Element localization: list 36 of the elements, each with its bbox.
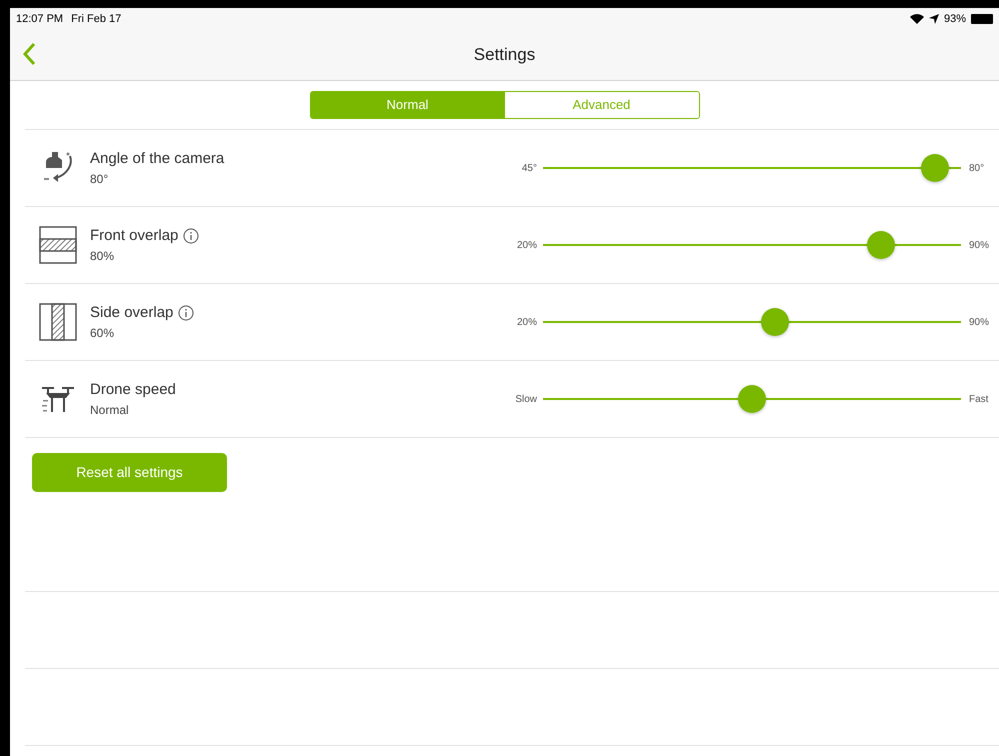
slider-max-label: 80° [969, 162, 984, 176]
slider-thumb[interactable] [738, 385, 766, 413]
reset-settings-button[interactable]: Reset all settings [32, 453, 227, 492]
slider-min-label: 20% [516, 238, 537, 252]
setting-value: 80% [90, 248, 116, 266]
info-icon[interactable] [178, 305, 194, 321]
setting-value: 80° [90, 171, 110, 188]
segment-tab[interactable]: Normal [310, 92, 504, 118]
front-overlap-icon [38, 226, 76, 264]
slider-thumb[interactable] [921, 154, 950, 182]
setting-name: Front overlap [90, 226, 178, 246]
back-button[interactable] [22, 42, 36, 66]
setting-name: Drone speed [90, 380, 176, 400]
setting-value: 60% [90, 325, 116, 342]
page-title: Settings [474, 44, 536, 66]
battery-percent: 93% [944, 12, 966, 27]
slider-min-label: Slow [514, 392, 537, 406]
drone-icon [40, 384, 76, 414]
slider-min-label: 45° [520, 162, 537, 176]
status-date: Fri Feb 17 [71, 12, 122, 27]
slider-max-label: 90% [969, 238, 990, 252]
setting-name: Side overlap [90, 302, 174, 323]
slider-max-label: 90% [969, 316, 990, 330]
side-overlap-icon [38, 303, 76, 341]
setting-name: Angle of the camera [90, 148, 224, 169]
status-time: 12:07 PM [16, 12, 64, 27]
slider-thumb[interactable] [866, 231, 895, 259]
setting-value: Normal [90, 402, 130, 420]
battery-icon [971, 14, 993, 24]
location-arrow-icon [928, 14, 939, 24]
back-chevron-icon [22, 42, 36, 66]
slider-thumb[interactable] [761, 308, 790, 336]
slider-max-label: Fast [969, 392, 988, 406]
info-icon[interactable] [183, 228, 200, 244]
slider-min-label: 20% [516, 316, 537, 330]
wifi-icon [910, 14, 924, 24]
